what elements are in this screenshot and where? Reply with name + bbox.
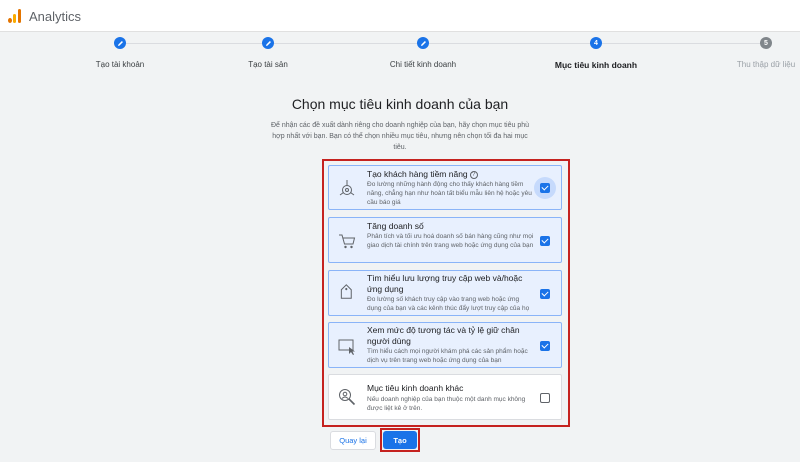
objective-title: Xem mức độ tương tác và tỷ lệ giữ chân n… [367,325,520,346]
step-number: 4 [590,37,602,49]
objective-checkbox[interactable] [540,236,550,246]
edit-pencil-icon [114,37,126,49]
setup-stepper: Tạo tài khoản Tạo tài sản Chi tiết kinh … [0,32,800,82]
top-bar: Analytics [0,0,800,32]
objective-description: Đo lường số khách truy cập vào trang web… [367,296,530,312]
step-number: 5 [760,37,772,49]
tag-icon [340,284,352,299]
search-person-icon [339,389,356,406]
objective-title: Tăng doanh số [367,221,424,231]
create-button[interactable]: Tạo [383,431,417,449]
objective-title: Mục tiêu kinh doanh khác [367,383,464,393]
objective-checkbox[interactable] [540,341,550,351]
page-description: Để nhận các đề xuất dành riêng cho doanh… [270,122,530,151]
step-label: Tạo tài khoản [95,60,145,69]
step-label: Mục tiêu kinh doanh [554,60,638,70]
step-business-objectives: 4 Mục tiêu kinh doanh [536,32,656,70]
objective-card-sales[interactable]: Tăng doanh số Phân tích và tối ưu hoá do… [328,217,562,263]
edit-pencil-icon [417,37,429,49]
objective-card-traffic[interactable]: Tìm hiểu lưu lượng truy cập web và/hoặc … [328,270,562,316]
step-label: Tạo tài sản [248,60,288,69]
objective-checkbox[interactable] [540,183,550,193]
leads-target-icon [339,180,355,196]
objective-card-other[interactable]: Mục tiêu kinh doanh khác Nếu doanh nghiệ… [328,374,562,420]
page-title: Chọn mục tiêu kinh doanh của bạn [291,96,509,112]
objective-checkbox[interactable] [540,393,550,403]
step-label: Thu thập dữ liệu [736,60,796,69]
shopping-cart-icon [339,234,356,249]
back-button[interactable]: Quay lại [330,431,376,450]
app-title: Analytics [29,9,82,24]
screen-cursor-icon [338,339,355,355]
help-icon[interactable]: ? [469,171,478,179]
step-create-account[interactable]: Tạo tài khoản [60,32,180,69]
step-label: Chi tiết kinh doanh [389,60,457,69]
objective-checkbox[interactable] [540,289,550,299]
objective-description: Đo lường những hành động cho thấy khách … [367,181,532,206]
objective-title: Tạo khách hàng tiềm năng? [367,169,535,180]
objective-description: Phân tích và tối ưu hoá doanh số bán hàn… [367,233,534,249]
objective-description: Nếu doanh nghiệp của bạn thuộc một danh … [367,396,526,412]
edit-pencil-icon [262,37,274,49]
objective-card-leads[interactable]: Tạo khách hàng tiềm năng? Đo lường những… [328,165,562,210]
step-business-details[interactable]: Chi tiết kinh doanh [363,32,483,69]
objective-title: Tìm hiểu lưu lượng truy cập web và/hoặc … [367,273,523,294]
objective-description: Tìm hiểu cách mọi người khám phá các sản… [367,348,528,364]
step-data-collection: 5 Thu thập dữ liệu [706,32,800,69]
step-create-property[interactable]: Tạo tài sản [208,32,328,69]
objective-card-engagement[interactable]: Xem mức độ tương tác và tỷ lệ giữ chân n… [328,322,562,368]
analytics-logo-icon [8,9,22,23]
